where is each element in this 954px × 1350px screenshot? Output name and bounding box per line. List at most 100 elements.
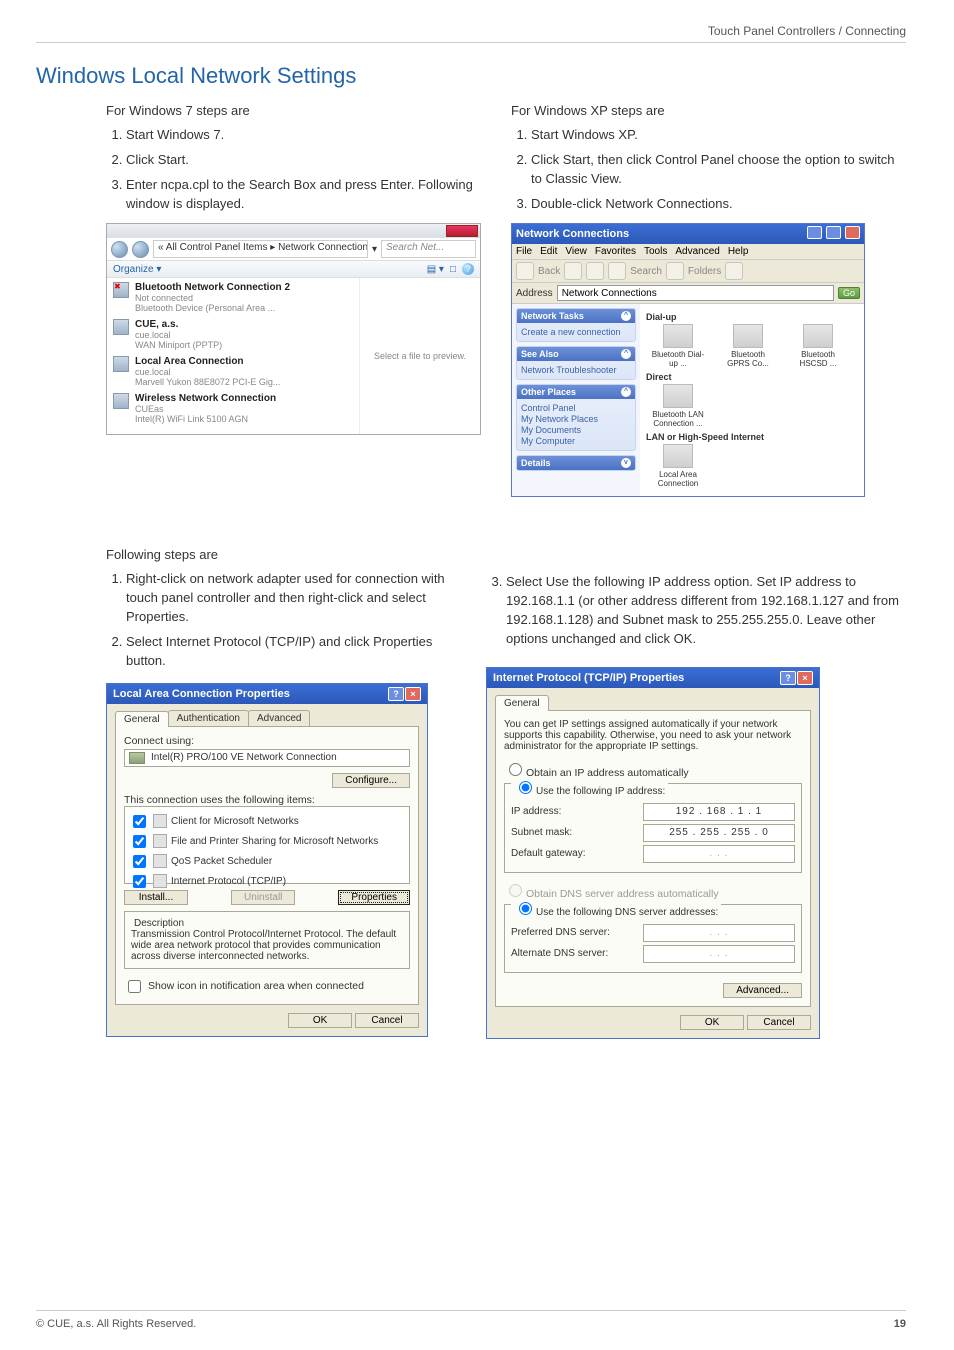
win7-breadcrumb[interactable]: « All Control Panel Items ▸ Network Conn… (153, 240, 368, 258)
list-item[interactable]: Internet Protocol (TCP/IP) (129, 872, 405, 891)
dropdown-icon[interactable]: ▾ (372, 244, 377, 255)
menu-advanced[interactable]: Advanced (675, 246, 719, 257)
list-item[interactable]: Local Area Connection cue.local Marvell … (113, 356, 353, 387)
tab-general[interactable]: General (115, 711, 169, 727)
checkbox[interactable] (133, 875, 146, 888)
win7-connections-list: Bluetooth Network Connection 2 Not conne… (107, 278, 359, 434)
preview-icon[interactable]: □ (450, 264, 456, 275)
radio[interactable] (509, 763, 522, 776)
collapse-icon[interactable]: ^ (621, 349, 631, 359)
connection-item[interactable]: Bluetooth GPRS Co... (720, 324, 776, 368)
list-item[interactable]: CUE, a.s. cue.local WAN Miniport (PPTP) (113, 319, 353, 350)
radio-obtain-dns[interactable]: Obtain DNS server address automatically (504, 881, 802, 900)
sidebar-link[interactable]: My Computer (521, 436, 631, 446)
gateway-input[interactable]: . . . (643, 845, 795, 863)
advanced-button[interactable]: Advanced... (723, 983, 802, 998)
organize-button[interactable]: Organize ▾ (113, 264, 161, 275)
view-icon[interactable]: ▤ ▾ (427, 264, 444, 275)
configure-button[interactable]: Configure... (332, 773, 410, 788)
item-title: CUE, a.s. (135, 319, 222, 330)
uninstall-button[interactable]: Uninstall (231, 890, 295, 905)
views-icon[interactable] (725, 262, 743, 280)
cancel-button[interactable]: Cancel (355, 1013, 419, 1028)
close-icon[interactable] (446, 225, 478, 237)
maximize-icon[interactable] (826, 226, 841, 239)
address-input[interactable] (557, 285, 834, 301)
radio[interactable] (519, 781, 532, 794)
list-item[interactable]: Bluetooth Network Connection 2 Not conne… (113, 282, 353, 313)
menu-edit[interactable]: Edit (540, 246, 557, 257)
close-icon[interactable]: × (797, 671, 813, 685)
search-icon[interactable] (608, 262, 626, 280)
checkbox[interactable] (128, 980, 141, 993)
radio-use-dns[interactable]: Use the following DNS server addresses: (511, 899, 721, 918)
checkbox[interactable] (133, 835, 146, 848)
show-icon-option[interactable]: Show icon in notification area when conn… (124, 977, 410, 996)
mask-input[interactable]: 255 . 255 . 255 . 0 (643, 824, 795, 842)
menu-favorites[interactable]: Favorites (595, 246, 636, 257)
win7-address-bar: « All Control Panel Items ▸ Network Conn… (107, 238, 480, 261)
sidebar-link[interactable]: My Documents (521, 425, 631, 435)
properties-button[interactable]: Properties (338, 890, 410, 905)
radio[interactable] (519, 902, 532, 915)
item-label: Bluetooth HSCSD ... (800, 350, 837, 368)
help-icon[interactable]: ? (388, 687, 404, 701)
expand-icon[interactable]: v (621, 458, 631, 468)
forward-icon[interactable] (132, 241, 149, 258)
panel-network-tasks: Network Tasks^ Create a new connection (516, 308, 636, 342)
win7-search-input[interactable]: Search Net... (381, 240, 476, 258)
minimize-icon[interactable] (807, 226, 822, 239)
back-icon[interactable] (111, 241, 128, 258)
win7-steps: Start Windows 7. Click Start. Enter ncpa… (36, 126, 481, 213)
sidebar-link[interactable]: My Network Places (521, 414, 631, 424)
sidebar-link[interactable]: Create a new connection (521, 327, 631, 337)
ok-button[interactable]: OK (680, 1015, 744, 1030)
item-label: Bluetooth LAN Connection ... (652, 410, 704, 428)
win7-step-1: Start Windows 7. (126, 126, 481, 145)
menu-help[interactable]: Help (728, 246, 749, 257)
checkbox[interactable] (133, 855, 146, 868)
adns-input[interactable]: . . . (643, 945, 795, 963)
protocol-icon (153, 874, 167, 888)
ip-label: IP address: (511, 806, 561, 817)
connection-item[interactable]: Bluetooth LAN Connection ... (650, 384, 706, 428)
connection-item[interactable]: Local Area Connection (650, 444, 706, 488)
radio-obtain-ip[interactable]: Obtain an IP address automatically (504, 760, 802, 779)
sidebar-link[interactable]: Network Troubleshooter (521, 365, 631, 375)
go-button[interactable]: Go (838, 287, 860, 299)
cancel-button[interactable]: Cancel (747, 1015, 811, 1030)
radio[interactable] (509, 884, 522, 897)
menu-file[interactable]: File (516, 246, 532, 257)
dialog-title: Local Area Connection Properties (113, 688, 290, 700)
pdns-input[interactable]: . . . (643, 924, 795, 942)
connection-item[interactable]: Bluetooth HSCSD ... (790, 324, 846, 368)
tab-advanced[interactable]: Advanced (248, 710, 310, 726)
install-button[interactable]: Install... (124, 890, 188, 905)
sidebar-link[interactable]: Control Panel (521, 403, 631, 413)
collapse-icon[interactable]: ^ (621, 311, 631, 321)
menu-tools[interactable]: Tools (644, 246, 667, 257)
xp-step3-list: Select Use the following IP address opti… (486, 573, 906, 648)
tab-authentication[interactable]: Authentication (168, 710, 249, 726)
menu-view[interactable]: View (565, 246, 587, 257)
forward-icon[interactable] (564, 262, 582, 280)
components-list[interactable]: Client for Microsoft Networks File and P… (124, 806, 410, 884)
tab-general[interactable]: General (495, 695, 549, 711)
help-icon[interactable]: ? (462, 263, 474, 275)
help-icon[interactable]: ? (780, 671, 796, 685)
close-icon[interactable] (845, 226, 860, 239)
close-icon[interactable]: × (405, 687, 421, 701)
ip-input[interactable]: 192 . 168 . 1 . 1 (643, 803, 795, 821)
back-icon[interactable] (516, 262, 534, 280)
list-item[interactable]: Wireless Network Connection CUEas Intel(… (113, 393, 353, 424)
ok-button[interactable]: OK (288, 1013, 352, 1028)
list-item[interactable]: File and Printer Sharing for Microsoft N… (129, 832, 405, 851)
list-item[interactable]: QoS Packet Scheduler (129, 852, 405, 871)
checkbox[interactable] (133, 815, 146, 828)
connection-item[interactable]: Bluetooth Dial-up ... (650, 324, 706, 368)
collapse-icon[interactable]: ^ (621, 387, 631, 397)
list-item[interactable]: Client for Microsoft Networks (129, 812, 405, 831)
folders-icon[interactable] (666, 262, 684, 280)
radio-use-ip[interactable]: Use the following IP address: (511, 778, 668, 797)
up-icon[interactable] (586, 262, 604, 280)
